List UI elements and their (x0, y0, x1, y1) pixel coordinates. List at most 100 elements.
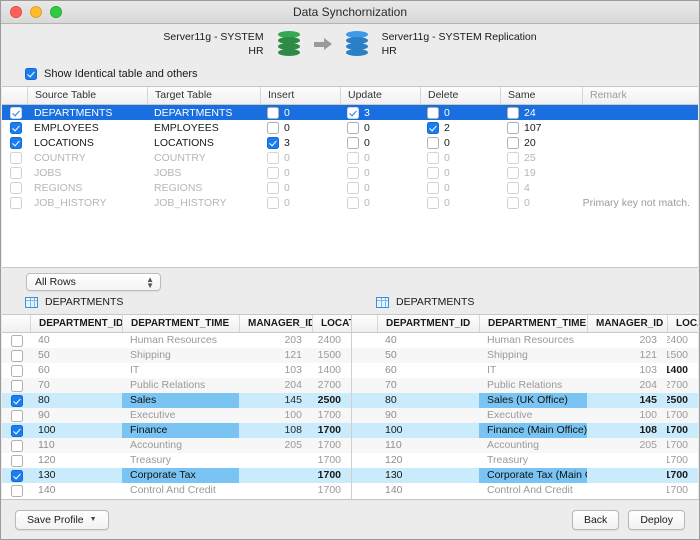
delete-checkbox[interactable] (427, 197, 439, 209)
deploy-button[interactable]: Deploy (628, 510, 685, 530)
insert-checkbox[interactable] (267, 122, 279, 134)
grid-row[interactable]: 120Treasury1700 (2, 453, 351, 468)
table-row[interactable]: DEPARTMENTSDEPARTMENTS03024 (2, 105, 698, 120)
table-row[interactable]: LOCATIONSLOCATIONS30020 (2, 135, 698, 150)
same-checkbox[interactable] (507, 152, 519, 164)
insert-checkbox[interactable] (267, 167, 279, 179)
insert-checkbox[interactable] (267, 182, 279, 194)
grid-row[interactable]: 70Public Relations2042700 (2, 378, 351, 393)
grid-row[interactable]: 110Accounting2051700 (2, 438, 351, 453)
grid-row[interactable]: 90Executive1001700 (2, 408, 351, 423)
grid-row[interactable]: 120Treasury1700 (352, 453, 698, 468)
same-checkbox[interactable] (507, 182, 519, 194)
same-checkbox[interactable] (507, 167, 519, 179)
column-header-remark[interactable]: Remark (582, 87, 698, 104)
grid-row[interactable]: 140Control And Credit1700 (2, 483, 351, 498)
row-select-checkbox[interactable] (10, 197, 22, 209)
delete-checkbox[interactable] (427, 122, 439, 134)
same-checkbox[interactable] (507, 137, 519, 149)
show-identical-checkbox[interactable] (25, 68, 37, 80)
grid-row[interactable]: 70Public Relations2042700 (352, 378, 698, 393)
column-header-manager-id[interactable]: MANAGER_ID (587, 315, 667, 332)
table-row[interactable]: REGIONSREGIONS0004 (2, 180, 698, 195)
row-select-checkbox[interactable] (10, 152, 22, 164)
grid-row[interactable]: 50Shipping1211500 (352, 348, 698, 363)
delete-checkbox[interactable] (427, 152, 439, 164)
save-profile-button[interactable]: Save Profile ▼ (15, 510, 109, 530)
grid-row[interactable]: 90Executive1001700 (352, 408, 698, 423)
column-header-insert[interactable]: Insert (260, 87, 340, 104)
row-select-checkbox[interactable] (11, 365, 23, 377)
grid-row-partial[interactable] (2, 498, 351, 499)
column-header-manager-id[interactable]: MANAGER_ID (239, 315, 312, 332)
grid-row[interactable]: 130Corporate Tax1700 (2, 468, 351, 483)
insert-checkbox[interactable] (267, 152, 279, 164)
row-select-checkbox[interactable] (11, 485, 23, 497)
insert-checkbox[interactable] (267, 197, 279, 209)
delete-checkbox[interactable] (427, 137, 439, 149)
column-header-department-id[interactable]: DEPARTMENT_ID (377, 315, 479, 332)
update-checkbox[interactable] (347, 137, 359, 149)
grid-row[interactable]: 60IT1031400 (352, 363, 698, 378)
row-select-checkbox[interactable] (10, 107, 22, 119)
row-select-checkbox[interactable] (11, 335, 23, 347)
zoom-button[interactable] (50, 6, 62, 18)
table-row[interactable]: JOB_HISTORYJOB_HISTORY0000Primary key no… (2, 195, 698, 210)
column-header-department-id[interactable]: DEPARTMENT_ID (30, 315, 122, 332)
column-header-target-table[interactable]: Target Table (147, 87, 260, 104)
column-header-location[interactable]: LOCAT (667, 315, 698, 332)
same-checkbox[interactable] (507, 197, 519, 209)
grid-row[interactable]: 130Corporate Tax (Main Office)1700 (352, 468, 698, 483)
insert-checkbox[interactable] (267, 107, 279, 119)
row-select-checkbox[interactable] (10, 122, 22, 134)
delete-checkbox[interactable] (427, 182, 439, 194)
grid-row[interactable]: 80Sales (UK Office)1452500 (352, 393, 698, 408)
column-header-department-time[interactable]: DEPARTMENT_TIME (122, 315, 239, 332)
table-row[interactable]: JOBSJOBS00019 (2, 165, 698, 180)
grid-row[interactable]: 50Shipping1211500 (2, 348, 351, 363)
minimize-button[interactable] (30, 6, 42, 18)
same-checkbox[interactable] (507, 122, 519, 134)
grid-row-partial[interactable] (352, 498, 698, 499)
back-button[interactable]: Back (572, 510, 619, 530)
insert-checkbox[interactable] (267, 137, 279, 149)
show-identical-row[interactable]: Show Identical table and others (25, 68, 198, 80)
row-select-checkbox[interactable] (11, 395, 23, 407)
grid-row[interactable]: 60IT1031400 (2, 363, 351, 378)
column-header-location[interactable]: LOCATI (312, 315, 351, 332)
grid-row[interactable]: 100Finance1081700 (2, 423, 351, 438)
update-checkbox[interactable] (347, 182, 359, 194)
row-select-checkbox[interactable] (10, 167, 22, 179)
column-header-select[interactable] (2, 87, 27, 104)
row-select-checkbox[interactable] (11, 410, 23, 422)
column-header-update[interactable]: Update (340, 87, 420, 104)
update-checkbox[interactable] (347, 152, 359, 164)
row-select-checkbox[interactable] (11, 380, 23, 392)
delete-checkbox[interactable] (427, 167, 439, 179)
row-select-checkbox[interactable] (10, 182, 22, 194)
table-row[interactable]: COUNTRYCOUNTRY00025 (2, 150, 698, 165)
table-row[interactable]: EMPLOYEESEMPLOYEES002107 (2, 120, 698, 135)
row-select-checkbox[interactable] (11, 425, 23, 437)
row-select-checkbox[interactable] (11, 470, 23, 482)
row-filter-select[interactable]: All Rows ▲▼ (26, 273, 161, 291)
row-select-checkbox[interactable] (11, 440, 23, 452)
grid-row[interactable]: 80Sales1452500 (2, 393, 351, 408)
column-header-select[interactable] (2, 315, 30, 332)
grid-row[interactable]: 140Control And Credit1700 (352, 483, 698, 498)
update-checkbox[interactable] (347, 167, 359, 179)
column-header-same[interactable]: Same (500, 87, 582, 104)
close-button[interactable] (10, 6, 22, 18)
update-checkbox[interactable] (347, 197, 359, 209)
grid-row[interactable]: 40Human Resources2032400 (2, 333, 351, 348)
delete-checkbox[interactable] (427, 107, 439, 119)
row-select-checkbox[interactable] (11, 455, 23, 467)
row-select-checkbox[interactable] (11, 350, 23, 362)
update-checkbox[interactable] (347, 107, 359, 119)
update-checkbox[interactable] (347, 122, 359, 134)
column-header-delete[interactable]: Delete (420, 87, 500, 104)
column-header-source-table[interactable]: Source Table (27, 87, 147, 104)
grid-row[interactable]: 100Finance (Main Office)1081700 (352, 423, 698, 438)
row-select-checkbox[interactable] (10, 137, 22, 149)
grid-row[interactable]: 110Accounting2051700 (352, 438, 698, 453)
